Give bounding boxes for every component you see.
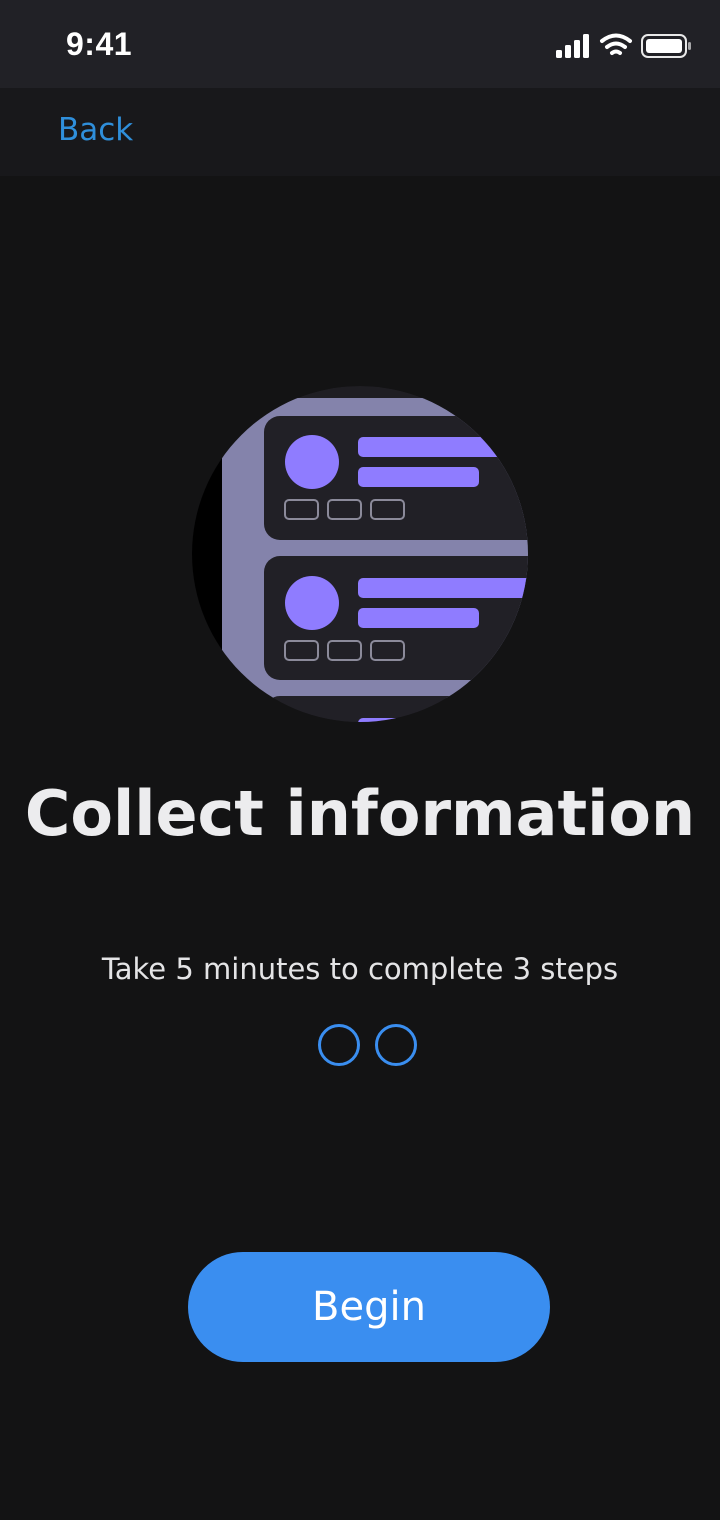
signal-icon bbox=[556, 34, 589, 58]
back-button[interactable]: Back bbox=[58, 112, 133, 148]
step-indicator bbox=[318, 1024, 417, 1066]
status-icons bbox=[556, 33, 691, 58]
list-cards-illustration bbox=[192, 386, 528, 722]
status-time: 9:41 bbox=[66, 26, 133, 62]
page-title: Collect information bbox=[0, 782, 720, 846]
page-title-text: Collect information bbox=[24, 777, 696, 850]
status-bar: 9:41 bbox=[0, 0, 720, 88]
step-dot bbox=[318, 1024, 360, 1066]
battery-icon bbox=[641, 34, 691, 58]
page-subtitle: Take 5 minutes to complete 3 steps bbox=[101, 952, 619, 986]
begin-button[interactable]: Begin bbox=[188, 1252, 550, 1362]
wifi-icon bbox=[600, 33, 632, 55]
step-dot bbox=[375, 1024, 417, 1066]
